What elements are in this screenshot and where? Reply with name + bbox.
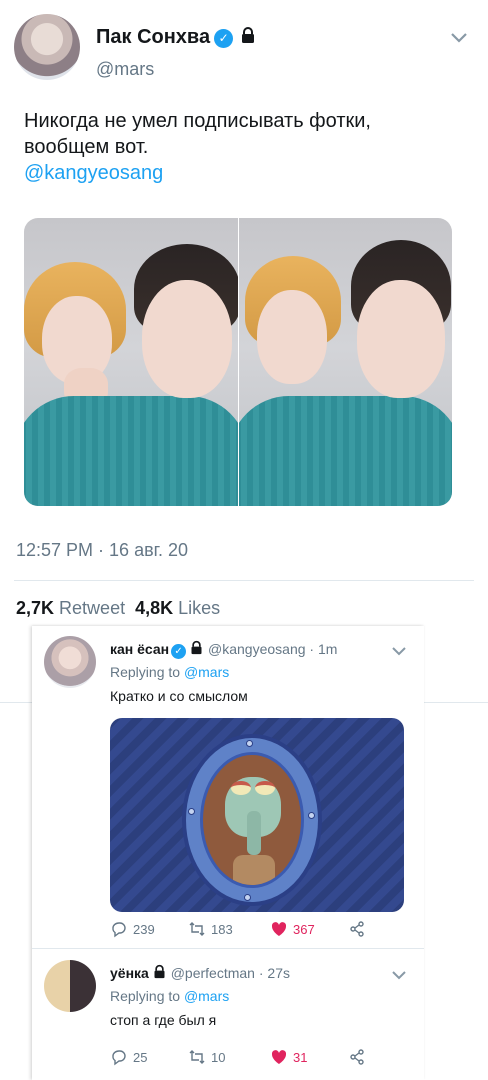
tweet-media[interactable] [24, 218, 452, 506]
porthole-rivet [188, 808, 195, 815]
retweet-count[interactable]: 2,7K [16, 598, 54, 618]
share-button[interactable] [348, 920, 366, 938]
reply-count: 239 [133, 921, 155, 937]
tweet-stats: 2,7K Retweet 4,8K Likes [16, 598, 220, 619]
reply-media[interactable] [110, 718, 404, 912]
lock-icon [152, 964, 167, 979]
retweet-count: 10 [211, 1049, 226, 1065]
reply-author-handle[interactable]: @kangyeosang [208, 641, 306, 657]
reply-time: · 1m [309, 641, 338, 657]
photo-figure [238, 396, 452, 506]
reply-actions: 25 10 31 [110, 1048, 410, 1070]
retweet-button[interactable]: 183 [188, 920, 233, 938]
reply-text: Кратко и со смыслом [110, 688, 248, 704]
tweet-timestamp[interactable]: 12:57 PM · 16 авг. 20 [16, 540, 188, 561]
reply-count: 25 [133, 1049, 148, 1065]
reply-author-name[interactable]: уёнка [110, 965, 149, 981]
share-icon [350, 921, 364, 937]
like-count: 367 [293, 921, 315, 937]
reply-actions: 239 183 367 [110, 920, 410, 942]
reply-header: кан ёсан ✓ @kangyeosang · 1m [110, 640, 337, 659]
author-name[interactable]: Пак Сонхва [96, 26, 210, 48]
tweet-mention-link[interactable]: @kangyeosang [24, 160, 464, 186]
chevron-down-icon[interactable] [390, 642, 408, 660]
photo-right[interactable] [237, 218, 452, 506]
porthole-rivet [308, 812, 315, 819]
reply-text: стоп а где был я [110, 1012, 217, 1028]
verified-badge-icon: ✓ [171, 644, 187, 659]
reply-author-handle[interactable]: @perfectman [171, 965, 255, 981]
photo-figure [256, 290, 327, 384]
porthole-image [182, 734, 322, 906]
porthole-rivet [244, 894, 251, 901]
verified-badge-icon: ✓ [214, 29, 234, 48]
author-handle[interactable]: @mars [96, 59, 154, 80]
replying-to-link[interactable]: @mars [184, 988, 229, 1004]
divider [14, 580, 474, 581]
retweet-button[interactable]: 10 [188, 1048, 225, 1066]
reply-icon [112, 1050, 126, 1066]
retweet-icon [189, 1050, 205, 1064]
reply-time: · 27s [258, 965, 290, 981]
meme-figure [255, 781, 275, 795]
reply-item[interactable]: уёнка @perfectman · 27s Replying to @mar… [32, 948, 424, 1080]
like-label[interactable]: Likes [178, 598, 220, 618]
reply-avatar[interactable] [44, 636, 96, 688]
retweet-icon [189, 922, 205, 936]
reply-avatar[interactable] [44, 960, 96, 1012]
replying-to: Replying to @mars [110, 664, 229, 680]
retweet-label[interactable]: Retweet [59, 598, 125, 618]
heart-icon [271, 922, 287, 936]
like-count: 31 [293, 1049, 308, 1065]
reply-button[interactable]: 239 [110, 920, 155, 938]
reply-icon [112, 922, 126, 938]
photo-left[interactable] [24, 218, 238, 506]
replies-card: кан ёсан ✓ @kangyeosang · 1m Replying to … [32, 626, 424, 1080]
photo-figure [356, 280, 445, 398]
tweet-body: Никогда не умел подписывать фотки, вообщ… [24, 108, 464, 186]
reply-header: уёнка @perfectman · 27s [110, 964, 290, 981]
like-button[interactable]: 367 [270, 920, 315, 938]
porthole-rivet [246, 740, 253, 747]
reply-item[interactable]: кан ёсан ✓ @kangyeosang · 1m Replying to … [32, 626, 424, 944]
meme-figure [233, 855, 275, 885]
lock-icon [239, 26, 257, 43]
meme-figure [231, 781, 251, 795]
reply-button[interactable]: 25 [110, 1048, 147, 1066]
replying-to-link[interactable]: @mars [184, 664, 229, 680]
porthole-window [200, 752, 304, 888]
replying-to-prefix: Replying to [110, 664, 181, 680]
share-button[interactable] [348, 1048, 366, 1066]
photo-figure [142, 280, 232, 398]
replying-to: Replying to @mars [110, 988, 229, 1004]
chevron-down-icon[interactable] [448, 26, 470, 48]
meme-figure [247, 811, 261, 855]
reply-author-name[interactable]: кан ёсан [110, 641, 169, 657]
like-button[interactable]: 31 [270, 1048, 307, 1066]
like-count[interactable]: 4,8K [135, 598, 173, 618]
chevron-down-icon[interactable] [390, 966, 408, 984]
tweet-text-line-2: вообщем вот. [24, 136, 149, 158]
main-tweet-header: Пак Сонхва ✓ @mars [14, 14, 474, 90]
author-name-row[interactable]: Пак Сонхва ✓ [96, 26, 257, 49]
photo-figure [24, 396, 238, 506]
heart-icon [271, 1050, 287, 1064]
tweet-text-line-1: Никогда не умел подписывать фотки, [24, 110, 371, 132]
author-avatar[interactable] [14, 14, 80, 80]
share-icon [350, 1049, 364, 1065]
retweet-count: 183 [211, 921, 233, 937]
replying-to-prefix: Replying to [110, 988, 181, 1004]
lock-icon [189, 640, 204, 655]
